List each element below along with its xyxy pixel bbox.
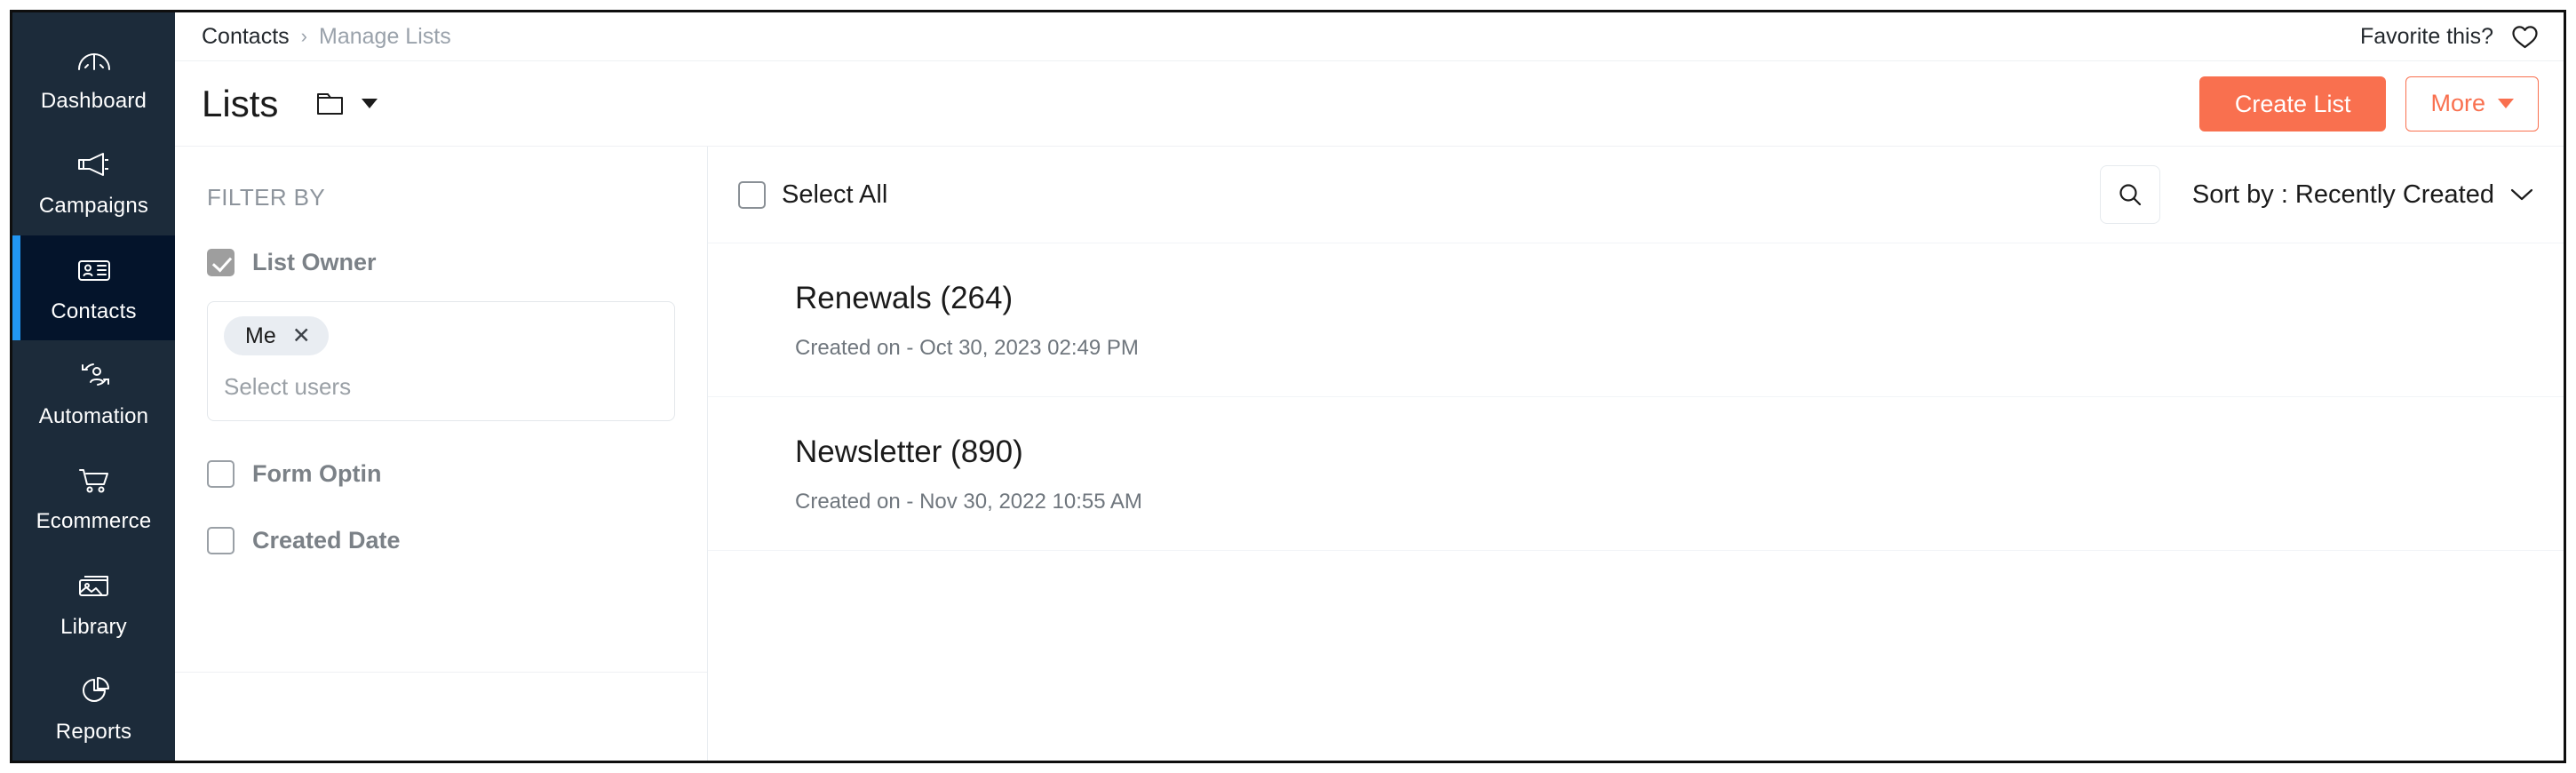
page-title: Lists [202,82,279,124]
select-users-input-placeholder[interactable]: Select users [224,373,658,401]
list-toolbar: Select All Sort by : Recently Created [708,147,2564,243]
sidebar-item-dashboard[interactable]: Dashboard [12,25,175,130]
filter-panel-content: FILTER BY List Owner Me ✕ Select users F… [175,147,707,554]
filter-panel: FILTER BY List Owner Me ✕ Select users F… [175,147,708,761]
chevron-down-icon [2510,187,2533,202]
sidebar-item-label: Automation [38,403,149,428]
sidebar-item-ecommerce[interactable]: Ecommerce [12,445,175,550]
list-item-name: Newsletter (890) [795,434,1023,469]
sidebar-item-campaigns[interactable]: Campaigns [12,130,175,235]
search-icon [2116,180,2144,209]
page-header-left: Lists [202,83,378,125]
list-item[interactable]: Renewals (264) Created on - Oct 30, 2023… [708,243,2564,397]
sidebar-item-label: Reports [55,719,132,744]
list-item[interactable]: Newsletter (890) Created on - Nov 30, 20… [708,397,2564,551]
folder-icon [315,89,349,118]
filter-list-owner-checkbox[interactable] [207,249,235,276]
pie-chart-icon [74,672,115,709]
page-header: Lists Create List More [175,61,2564,147]
heart-icon[interactable] [2511,24,2539,50]
more-button[interactable]: More [2405,76,2539,131]
filter-form-optin[interactable]: Form Optin [207,460,675,488]
favorite-label: Favorite this? [2359,23,2493,49]
user-chip-label: Me [245,323,276,348]
sidebar-item-label: Ecommerce [36,509,152,534]
contact-card-icon [74,251,115,289]
filter-created-date-label: Created Date [252,527,401,554]
sidebar-item-library[interactable]: Library [12,550,175,655]
filter-form-optin-checkbox[interactable] [207,460,235,488]
filter-list-owner[interactable]: List Owner [207,249,675,276]
sort-by-label: Sort by : Recently Created [2191,179,2494,209]
sidebar-item-reports[interactable]: Reports [12,656,175,761]
sidebar-item-label: Campaigns [38,194,149,219]
create-list-button[interactable]: Create List [2198,76,2387,131]
favorite-control[interactable]: Favorite this? [2360,24,2539,50]
close-icon[interactable]: ✕ [292,324,311,347]
primary-sidebar: Dashboard Campaigns Contacts Automation … [12,12,175,761]
select-all-label: Select All [782,179,888,209]
chevron-down-icon [2498,99,2514,108]
filter-list-owner-label: List Owner [252,249,377,275]
filter-panel-heading: FILTER BY [207,184,326,211]
list-empty-space [708,551,2564,761]
sidebar-item-label: Dashboard [40,89,147,114]
breadcrumb-bar: Contacts › Manage Lists Favorite this? [175,12,2564,61]
gauge-icon [74,41,115,78]
breadcrumb-current: Manage Lists [319,23,451,49]
main-area: Contacts › Manage Lists Favorite this? L… [175,12,2564,761]
list-panel: Select All Sort by : Recently Created Re… [708,147,2564,761]
select-all-checkbox[interactable] [738,180,766,209]
cart-icon [74,461,115,498]
sort-by-dropdown[interactable]: Sort by : Recently Created [2192,180,2533,210]
sidebar-item-label: Contacts [51,299,137,323]
app-window: Dashboard Campaigns Contacts Automation … [10,10,2566,763]
list-toolbar-right: Sort by : Recently Created [2099,165,2533,224]
filter-created-date-checkbox[interactable] [207,527,235,554]
page-header-actions: Create List More [2198,76,2539,131]
select-all-control[interactable]: Select All [738,180,887,210]
filter-panel-footer [175,672,707,761]
megaphone-icon [74,146,115,183]
folder-selector[interactable] [315,89,378,118]
automation-icon [74,356,115,394]
breadcrumb-root-link[interactable]: Contacts [202,24,290,50]
image-icon [74,567,115,604]
breadcrumb-separator: › [300,25,307,47]
filter-form-optin-label: Form Optin [252,460,382,487]
list-item-created: Created on - Oct 30, 2023 02:49 PM [795,336,1139,360]
chevron-down-icon [362,99,378,108]
sidebar-item-automation[interactable]: Automation [12,340,175,445]
user-select-box[interactable]: Me ✕ Select users [207,301,675,421]
sidebar-item-label: Library [60,614,127,639]
filter-created-date[interactable]: Created Date [207,527,675,554]
list-item-created: Created on - Nov 30, 2022 10:55 AM [795,490,1142,514]
list-item-name: Renewals (264) [795,281,1014,315]
sidebar-item-contacts[interactable]: Contacts [12,235,175,341]
search-button[interactable] [2099,165,2160,224]
user-chip-me[interactable]: Me ✕ [224,316,329,355]
more-button-label: More [2430,90,2485,116]
breadcrumb: Contacts › Manage Lists [202,24,451,50]
content-body: FILTER BY List Owner Me ✕ Select users F… [175,147,2564,761]
